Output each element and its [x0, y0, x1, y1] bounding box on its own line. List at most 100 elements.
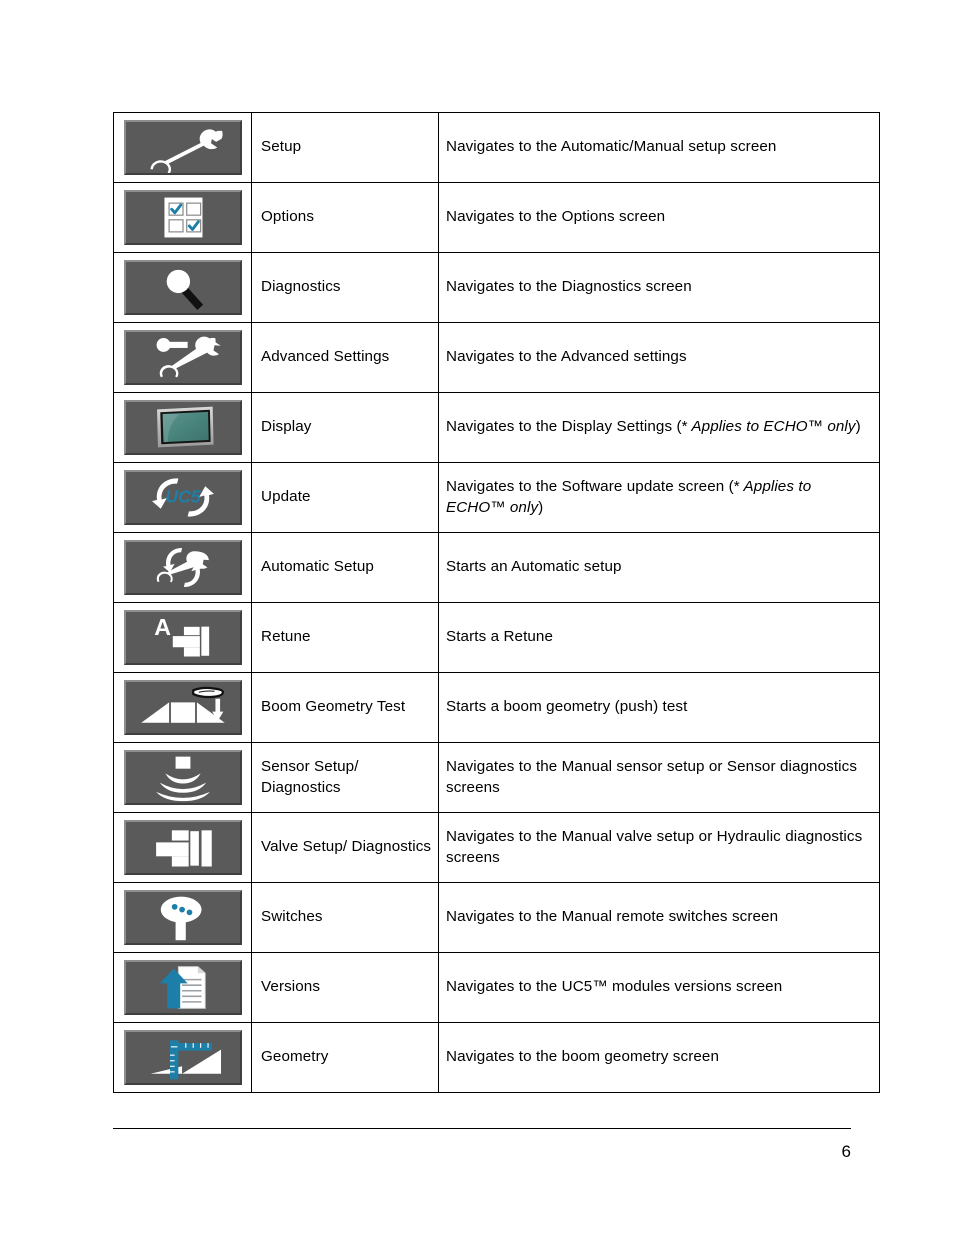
wrench-icon [123, 120, 242, 175]
table-row: UC5 Update Navigates to the Software upda… [113, 462, 880, 533]
label-cell: Sensor Setup/ Diagnostics [251, 742, 439, 813]
description-text: Navigates to the Manual sensor setup or … [446, 757, 858, 796]
description-cell: Navigates to the UC5™ modules versions s… [438, 952, 880, 1023]
description-text: Navigates to the Software update screen … [446, 477, 740, 495]
description-text: Navigates to the boom geometry screen [446, 1048, 719, 1066]
table-row: Valve Setup/ Diagnostics Navigates to the… [113, 812, 880, 883]
description-cell: Navigates to the Diagnostics screen [438, 252, 880, 323]
table-row: Options Navigates to the Options screen [113, 182, 880, 253]
description-text: Navigates to the Manual valve setup or H… [446, 827, 863, 866]
description-cell: Navigates to the Advanced settings [438, 322, 880, 393]
svg-text:UC5: UC5 [165, 487, 200, 507]
icon-description: Navigates to the Manual sensor setup or … [446, 757, 869, 798]
icon-cell [113, 812, 252, 883]
description-cell: Starts a Retune [438, 602, 880, 673]
description-text: Navigates to the Display Settings (* [446, 418, 688, 436]
icon-cell [113, 182, 252, 253]
icon-label: Advanced Settings [261, 348, 390, 366]
description-cell: Navigates to the Manual valve setup or H… [438, 812, 880, 883]
table-row: Geometry Navigates to the boom geometry s… [113, 1022, 880, 1093]
uc5-update-icon: UC5 [123, 470, 242, 525]
icon-description: Navigates to the UC5™ modules versions s… [446, 977, 869, 998]
table-row: Automatic Setup Starts an Automatic setup [113, 532, 880, 603]
description-text: Navigates to the UC5™ modules versions s… [446, 978, 783, 996]
icon-description: Navigates to the Diagnostics screen [446, 277, 869, 298]
advanced-wrench-icon [123, 330, 242, 385]
icon-cell [113, 1022, 252, 1093]
description-text: Navigates to the Diagnostics screen [446, 278, 692, 296]
icon-label: Valve Setup/ Diagnostics [261, 838, 432, 856]
valve-icon [123, 820, 242, 875]
boom-geometry-test-icon [123, 680, 242, 735]
description-cell: Starts a boom geometry (push) test [438, 672, 880, 743]
description-text: Starts a Retune [446, 628, 554, 646]
description-text: Navigates to the Manual remote switches … [446, 908, 779, 926]
table-row: Display Navigates to the Display Settings… [113, 392, 880, 463]
svg-text:A: A [154, 614, 171, 640]
label-cell: Options [251, 182, 439, 253]
icon-description: Navigates to the Advanced settings [446, 347, 869, 368]
icon-cell: A [113, 602, 252, 673]
description-cell: Navigates to the Display Settings (* App… [438, 392, 880, 463]
icon-description: Navigates to the Display Settings (* App… [446, 417, 869, 438]
description-cell: Navigates to the Automatic/Manual setup … [438, 112, 880, 183]
page-number: 6 [841, 1142, 851, 1161]
footer-rule [113, 1128, 851, 1129]
icon-label: Update [261, 488, 311, 506]
icon-cell [113, 672, 252, 743]
icon-description: Starts a boom geometry (push) test [446, 697, 869, 718]
icon-reference-table: Setup Navigates to the Automatic/Manual s… [113, 112, 880, 1093]
icon-label: Switches [261, 908, 323, 926]
icon-label: Options [261, 208, 315, 226]
icon-label: Automatic Setup [261, 558, 374, 576]
table-row: Boom Geometry Test Starts a boom geometry… [113, 672, 880, 743]
description-text: Navigates to the Automatic/Manual setup … [446, 138, 777, 156]
description-text: Starts an Automatic setup [446, 558, 622, 576]
description-text: Starts a boom geometry (push) test [446, 698, 688, 716]
switches-knob-icon [123, 890, 242, 945]
geometry-ruler-icon [123, 1030, 242, 1085]
icon-description: Navigates to the Software update screen … [446, 477, 869, 518]
table-row: Diagnostics Navigates to the Diagnostics … [113, 252, 880, 323]
icon-cell [113, 532, 252, 603]
table-row: Switches Navigates to the Manual remote s… [113, 882, 880, 953]
description-text: Navigates to the Advanced settings [446, 348, 687, 366]
description-cell: Starts an Automatic setup [438, 532, 880, 603]
description-cell: Navigates to the Manual sensor setup or … [438, 742, 880, 813]
description-cell: Navigates to the boom geometry screen [438, 1022, 880, 1093]
icon-description: Starts an Automatic setup [446, 557, 869, 578]
magnifier-diagnostics-icon [123, 260, 242, 315]
icon-label: Versions [261, 978, 321, 996]
table-row: Setup Navigates to the Automatic/Manual s… [113, 112, 880, 183]
label-cell: Boom Geometry Test [251, 672, 439, 743]
icon-description: Navigates to the Automatic/Manual setup … [446, 137, 869, 158]
icon-cell [113, 392, 252, 463]
icon-description: Navigates to the Manual valve setup or H… [446, 827, 869, 868]
description-cell: Navigates to the Software update screen … [438, 462, 880, 533]
table-row: Sensor Setup/ Diagnostics Navigates to th… [113, 742, 880, 813]
description-note: Applies to ECHO™ only [687, 418, 856, 436]
label-cell: Update [251, 462, 439, 533]
icon-label: Display [261, 418, 312, 436]
icon-description: Starts a Retune [446, 627, 869, 648]
icon-cell [113, 252, 252, 323]
label-cell: Automatic Setup [251, 532, 439, 603]
icon-label: Setup [261, 138, 302, 156]
icon-description: Navigates to the Options screen [446, 207, 869, 228]
label-cell: Valve Setup/ Diagnostics [251, 812, 439, 883]
description-close-paren: ) [538, 498, 544, 516]
icon-cell [113, 952, 252, 1023]
label-cell: Switches [251, 882, 439, 953]
icon-cell: UC5 [113, 462, 252, 533]
table-row: Advanced Settings Navigates to the Advanc… [113, 322, 880, 393]
display-monitor-icon [123, 400, 242, 455]
icon-label: Boom Geometry Test [261, 698, 406, 716]
table-body: Setup Navigates to the Automatic/Manual s… [113, 112, 880, 1093]
table-row: A Retune Starts a Retune [113, 602, 880, 673]
icon-cell [113, 322, 252, 393]
icon-cell [113, 882, 252, 953]
icon-cell [113, 742, 252, 813]
label-cell: Setup [251, 112, 439, 183]
icon-label: Sensor Setup/ Diagnostics [261, 757, 359, 796]
icon-label: Diagnostics [261, 278, 341, 296]
